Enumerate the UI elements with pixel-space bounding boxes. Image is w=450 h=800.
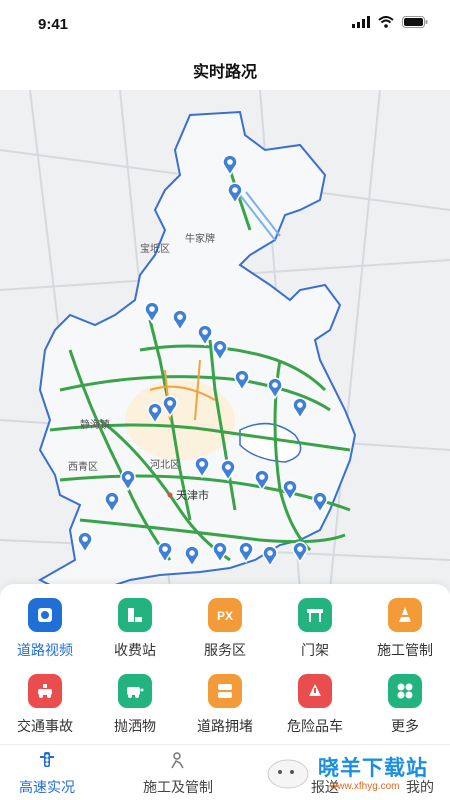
status-icons xyxy=(352,16,428,28)
service-label: 门架 xyxy=(301,642,329,658)
more-icon xyxy=(388,674,422,708)
watermark-url: www.xfhyg.com xyxy=(330,781,400,792)
service-label: 施工管制 xyxy=(377,642,433,658)
service-more[interactable]: 更多 xyxy=(360,666,450,738)
tianjin-boundary xyxy=(37,110,357,590)
watermark-text: 晓羊下载站 xyxy=(318,756,428,780)
map-label-tianjin: 天津市 xyxy=(176,488,209,502)
service-label: 道路视频 xyxy=(17,642,73,658)
service-service-area[interactable]: PX 服务区 xyxy=(180,590,270,662)
page-title: 实时路况 xyxy=(192,64,257,81)
service-label: 危险品车 xyxy=(287,718,343,734)
road-congestion-icon xyxy=(208,674,242,708)
road-video-icon xyxy=(28,598,62,632)
wifi-icon xyxy=(378,16,394,28)
service-grid: 道路视频 收费站 PX 服务区 门架 施工管制 交通事故 抛洒物 道路拥堵 危险… xyxy=(0,584,450,744)
service-gantry[interactable]: 门架 xyxy=(270,590,360,662)
service-area-icon: PX xyxy=(208,598,242,632)
map-label-hebei: 河北区 xyxy=(150,459,180,471)
service-traffic-accident[interactable]: 交通事故 xyxy=(0,666,90,738)
service-hazmat-truck[interactable]: 危险品车 xyxy=(270,666,360,738)
service-construction[interactable]: 施工管制 xyxy=(360,590,450,662)
service-row-1: 道路视频 收费站 PX 服务区 门架 施工管制 xyxy=(0,590,450,662)
toll-station-icon xyxy=(118,598,152,632)
map-label-baodi: 宝坻区 xyxy=(140,242,170,255)
service-row-2: 交通事故 抛洒物 道路拥堵 危险品车 更多 xyxy=(0,666,450,738)
traffic-accident-icon xyxy=(28,674,62,708)
status-time: 9:41 xyxy=(38,16,69,33)
service-spilled-object[interactable]: 抛洒物 xyxy=(90,666,180,738)
service-label: 道路拥堵 xyxy=(197,718,253,734)
camera-marker[interactable] xyxy=(292,541,308,564)
map-label-qingcheng: 静海镇 xyxy=(80,418,110,431)
spilled-object-icon xyxy=(118,674,152,708)
traffic-light-icon xyxy=(40,752,54,767)
service-label: 交通事故 xyxy=(17,718,73,734)
construction-cone-icon xyxy=(388,598,422,632)
tab-label: 施工及管制 xyxy=(143,779,213,795)
svg-text:PX: PX xyxy=(217,609,233,623)
service-label: 更多 xyxy=(391,718,419,734)
camera-marker[interactable] xyxy=(262,545,278,568)
service-label: 抛洒物 xyxy=(114,718,156,734)
map-label-xiqing: 西青区 xyxy=(68,460,98,473)
service-toll-station[interactable]: 收费站 xyxy=(90,590,180,662)
map-canvas[interactable]: 宝坻区 牛家牌 静海镇 西青区 河北区 天津市 xyxy=(0,90,450,590)
service-road-congestion[interactable]: 道路拥堵 xyxy=(180,666,270,738)
nav-bar: 实时路况 xyxy=(0,46,450,90)
status-bar: 9:41 xyxy=(0,0,450,46)
watermark-sheep-logo xyxy=(267,759,309,789)
tab-label: 高速实况 xyxy=(19,779,75,795)
service-road-video[interactable]: 道路视频 xyxy=(0,590,90,662)
battery-icon xyxy=(402,16,428,28)
tab-highway-live[interactable]: 高速实况 xyxy=(2,745,92,800)
service-label: 服务区 xyxy=(204,642,246,658)
hazmat-truck-icon xyxy=(298,674,332,708)
service-label: 收费站 xyxy=(114,642,156,658)
worker-icon xyxy=(171,752,184,769)
traffic-map[interactable]: 宝坻区 牛家牌 静海镇 西青区 河北区 天津市 xyxy=(0,90,450,590)
tab-construction-control[interactable]: 施工及管制 xyxy=(133,745,223,800)
gantry-icon xyxy=(298,598,332,632)
cellular-signal-icon xyxy=(352,16,370,28)
map-label-niujiapai: 牛家牌 xyxy=(185,232,215,245)
